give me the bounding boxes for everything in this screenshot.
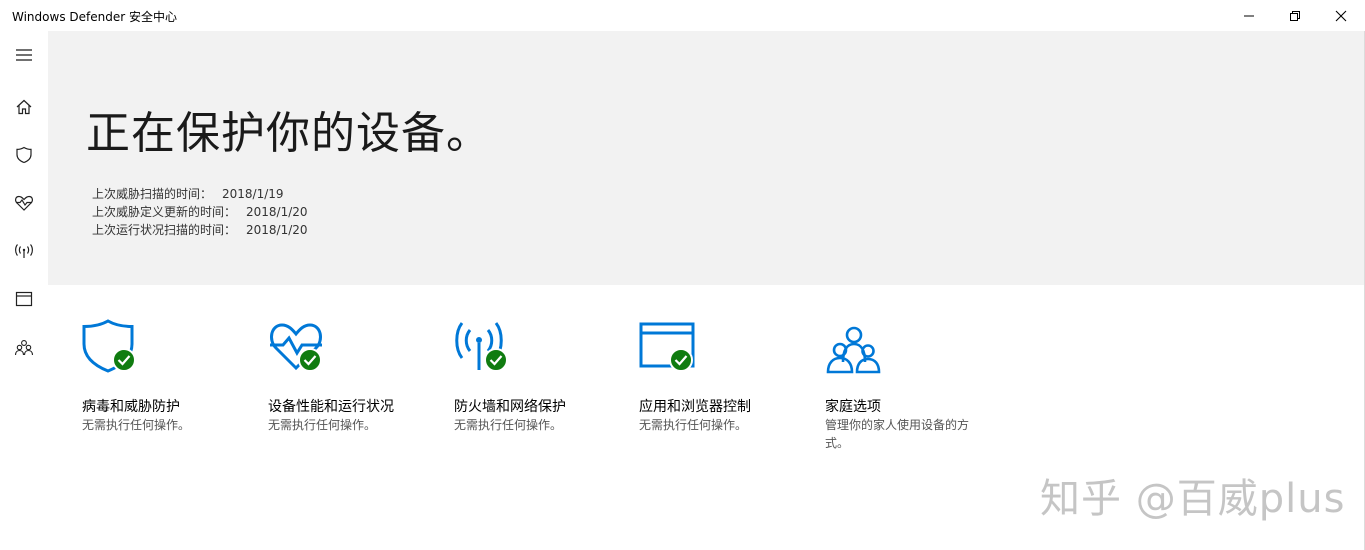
browser-window-icon xyxy=(15,291,33,307)
scan-value: 2018/1/20 xyxy=(246,223,308,237)
sidebar-item-family[interactable] xyxy=(0,328,48,368)
tile-title: 防火墙和网络保护 xyxy=(454,399,566,415)
tile-icon xyxy=(639,318,699,376)
watermark: 知乎 @百威plus xyxy=(1040,476,1346,522)
scan-row-threat: 上次威胁扫描的时间： 2018/1/19 xyxy=(92,185,308,203)
window-title: Windows Defender 安全中心 xyxy=(12,10,177,24)
tile-desc: 无需执行任何操作。 xyxy=(82,418,191,432)
restore-icon xyxy=(1290,10,1300,21)
tile-firewall[interactable]: 防火墙和网络保护 无需执行任何操作。 xyxy=(454,318,624,432)
tile-desc: 无需执行任何操作。 xyxy=(639,418,748,432)
ok-check-icon xyxy=(112,348,136,372)
tile-title: 设备性能和运行状况 xyxy=(268,399,394,415)
scan-label: 上次威胁定义更新的时间： xyxy=(92,205,237,219)
sidebar-item-firewall[interactable] xyxy=(0,231,48,271)
sidebar-item-app-browser[interactable] xyxy=(0,279,48,319)
shield-icon xyxy=(16,146,32,164)
sidebar-item-device-health[interactable] xyxy=(0,183,48,223)
tile-icon xyxy=(268,318,328,376)
close-button[interactable] xyxy=(1318,0,1364,31)
close-icon xyxy=(1335,10,1347,21)
tile-desc: 无需执行任何操作。 xyxy=(268,418,377,432)
minimize-icon xyxy=(1244,15,1254,16)
ok-check-icon xyxy=(298,348,322,372)
family-icon xyxy=(14,340,34,356)
scan-times: 上次威胁扫描的时间： 2018/1/19 上次威胁定义更新的时间： 2018/1/2… xyxy=(92,185,308,239)
scan-row-definition: 上次威胁定义更新的时间： 2018/1/20 xyxy=(92,203,308,221)
tile-family-options[interactable]: 家庭选项 管理你的家人使用设备的方式。 xyxy=(825,318,995,450)
scan-label: 上次运行状况扫描的时间： xyxy=(92,223,237,237)
scan-label: 上次威胁扫描的时间： xyxy=(92,187,213,201)
sidebar-item-virus-protection[interactable] xyxy=(0,135,48,175)
network-antenna-icon xyxy=(15,244,33,258)
tile-icon xyxy=(454,318,514,376)
maximize-button[interactable] xyxy=(1272,0,1318,31)
family-icon xyxy=(826,326,881,374)
tile-device-health[interactable]: 设备性能和运行状况 无需执行任何操作。 xyxy=(268,318,438,432)
tile-title: 病毒和威胁防护 xyxy=(82,399,180,415)
minimize-button[interactable] xyxy=(1226,0,1272,31)
heart-pulse-icon xyxy=(15,195,33,211)
page-title: 正在保护你的设备。 xyxy=(86,108,491,159)
sidebar-menu-toggle[interactable] xyxy=(0,35,48,75)
home-icon xyxy=(16,99,32,115)
tile-desc: 管理你的家人使用设备的方式。 xyxy=(825,418,970,450)
scan-value: 2018/1/19 xyxy=(222,187,284,201)
tile-icon xyxy=(82,318,142,376)
tile-icon xyxy=(825,318,885,376)
sidebar xyxy=(0,31,48,550)
tile-app-browser[interactable]: 应用和浏览器控制 无需执行任何操作。 xyxy=(639,318,809,432)
title-bar: Windows Defender 安全中心 xyxy=(0,0,1365,31)
tile-desc: 无需执行任何操作。 xyxy=(454,418,563,432)
sidebar-item-home[interactable] xyxy=(0,87,48,127)
scan-row-health: 上次运行状况扫描的时间： 2018/1/20 xyxy=(92,221,308,239)
status-hero: 正在保护你的设备。 上次威胁扫描的时间： 2018/1/19 上次威胁定义更新的时… xyxy=(48,31,1364,285)
tile-virus-protection[interactable]: 病毒和威胁防护 无需执行任何操作。 xyxy=(82,318,252,432)
scan-value: 2018/1/20 xyxy=(246,205,308,219)
ok-check-icon xyxy=(669,348,693,372)
ok-check-icon xyxy=(484,348,508,372)
tile-title: 家庭选项 xyxy=(825,399,881,415)
hamburger-menu-icon xyxy=(16,49,32,61)
tile-title: 应用和浏览器控制 xyxy=(639,399,751,415)
